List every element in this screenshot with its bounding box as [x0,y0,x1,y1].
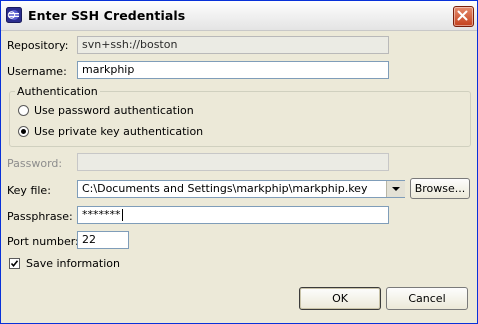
key-file-label: Key file: [7,184,51,197]
repository-value: svn+ssh://boston [82,38,178,51]
password-auth-label[interactable]: Use password authentication [34,104,194,117]
key-file-combo[interactable]: C:\Documents and Settings\markphip\markp… [77,180,405,198]
passphrase-value: ******* [82,208,121,221]
window-title: Enter SSH Credentials [28,8,186,23]
username-value: markphip [82,63,135,76]
radio-selected-dot [21,129,26,134]
key-file-dropdown-button[interactable] [386,181,405,197]
cancel-button-label: Cancel [408,292,446,305]
password-label: Password: [7,157,63,170]
username-field[interactable]: markphip [77,61,389,79]
key-file-value: C:\Documents and Settings\markphip\markp… [82,182,368,195]
close-icon [457,10,468,21]
checkmark-icon [10,260,19,268]
password-auth-radio[interactable] [18,105,29,116]
port-number-field[interactable]: 22 [77,231,129,249]
ssh-credentials-dialog: Enter SSH Credentials Repository: svn+ss… [0,0,478,324]
repository-field[interactable]: svn+ssh://boston [77,36,389,54]
authentication-group [9,91,471,147]
save-information-checkbox[interactable] [9,258,20,269]
eclipse-app-icon [6,7,22,23]
port-number-label: Port number: [7,235,79,248]
password-field[interactable] [77,153,389,171]
title-bar[interactable]: Enter SSH Credentials [1,1,477,31]
passphrase-label: Passphrase: [7,210,73,223]
authentication-legend: Authentication [15,85,100,98]
passphrase-field[interactable]: ******* [77,206,389,224]
browse-button-label: Browse... [414,182,466,195]
private-key-auth-label[interactable]: Use private key authentication [34,125,203,138]
cancel-button[interactable]: Cancel [386,287,468,310]
close-button[interactable] [453,6,474,27]
chevron-down-icon [392,187,400,191]
ok-button[interactable]: OK [299,287,381,310]
repository-label: Repository: [7,39,69,52]
private-key-auth-radio[interactable] [18,126,29,137]
ok-button-label: OK [332,292,348,305]
text-caret [121,209,123,221]
browse-button[interactable]: Browse... [410,178,470,199]
port-number-value: 22 [82,233,96,246]
username-label: Username: [7,65,67,78]
save-information-label[interactable]: Save information [26,257,120,270]
